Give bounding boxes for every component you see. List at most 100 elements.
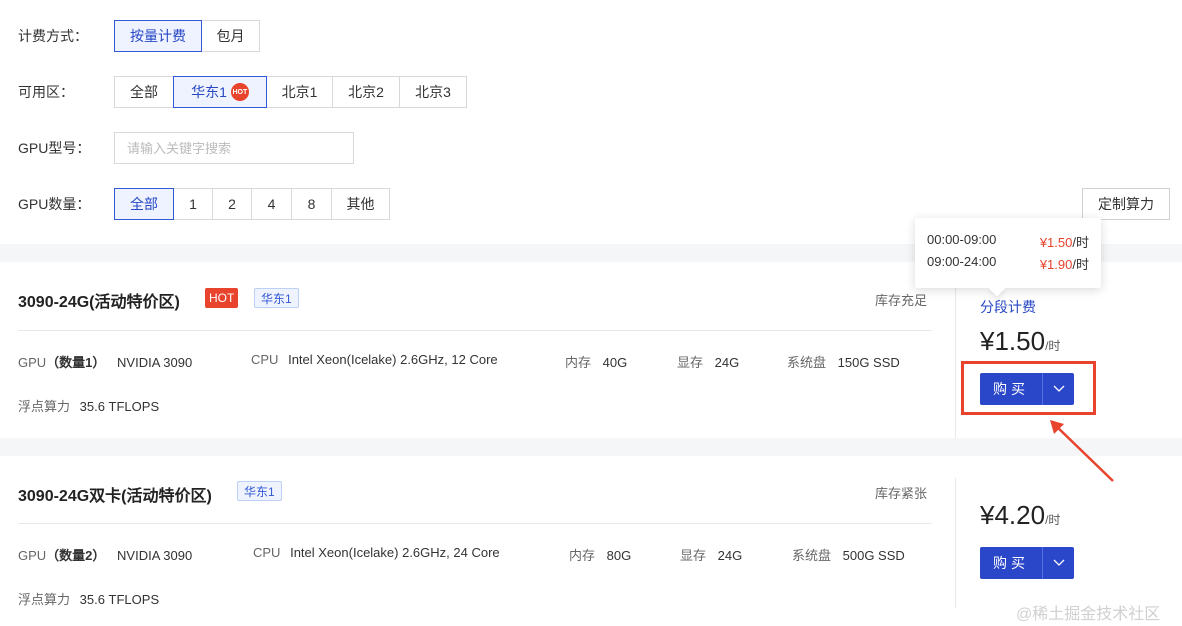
region-tag: 华东1	[237, 481, 282, 501]
gpu-count-option-2[interactable]: 2	[212, 188, 252, 220]
region-tag: 华东1	[254, 288, 299, 308]
gpu-count-option-other[interactable]: 其他	[331, 188, 390, 220]
gpu-count-label: GPU数量：	[18, 196, 91, 212]
divider	[18, 330, 932, 331]
price: ¥4.20/时	[980, 500, 1060, 531]
spec-disk: 系统盘 150G SSD	[787, 352, 900, 371]
custom-compute-button[interactable]: 定制算力	[1082, 188, 1170, 220]
tiered-pricing-link[interactable]: 分段计费	[980, 297, 1036, 317]
spec-gpu-count: （数量2）	[46, 548, 106, 563]
zone-filter: 可用区： 全部 华东1 HOT 北京1 北京2 北京3	[18, 76, 467, 108]
buy-button[interactable]: 购买	[980, 547, 1042, 579]
gpu-count-filter: GPU数量： 全部 1 2 4 8 其他	[18, 188, 390, 220]
gpu-model-label: GPU型号：	[18, 140, 91, 156]
tooltip-time: 00:00-09:00	[927, 232, 997, 247]
spec-value: 24G	[714, 355, 740, 370]
price-unit: /时	[1045, 513, 1061, 527]
section-separator	[0, 438, 1182, 456]
spec-vram: 显存 24G	[677, 352, 739, 371]
zone-label: 可用区：	[18, 84, 74, 100]
gpu-count-option-4[interactable]: 4	[251, 188, 292, 220]
spec-gpu: GPU（数量1） NVIDIA 3090	[18, 352, 192, 371]
spec-cpu: CPU Intel Xeon(Icelake) 2.6GHz, 24 Core	[253, 545, 500, 560]
spec-value: Intel Xeon(Icelake) 2.6GHz, 24 Core	[290, 545, 500, 560]
spec-value: 24G	[717, 548, 743, 563]
tooltip-row: 09:00-24:00 ¥1.90/时	[927, 254, 1089, 273]
tooltip-time: 09:00-24:00	[927, 254, 997, 269]
spec-value: 80G	[606, 548, 632, 563]
tooltip-row: 00:00-09:00 ¥1.50/时	[927, 232, 1089, 251]
spec-key: 系统盘	[787, 355, 827, 370]
spec-vram: 显存 24G	[680, 545, 742, 564]
hot-tag: HOT	[205, 288, 239, 308]
hot-flame-icon: HOT	[230, 83, 249, 101]
annotation-arrow-icon	[1050, 420, 1114, 482]
billing-filter: 计费方式： 按量计费 包月	[18, 20, 260, 52]
stock-status: 库存充足	[875, 293, 928, 308]
gpu-count-option-1[interactable]: 1	[173, 188, 213, 220]
tooltip-unit: /时	[1072, 257, 1089, 272]
card-title: 3090-24G(活动特价区)	[18, 294, 180, 311]
spec-key: 内存	[569, 548, 596, 563]
spec-key: GPU	[18, 548, 47, 563]
gpu-model-search-input[interactable]	[114, 132, 354, 164]
divider	[955, 478, 956, 608]
billing-label: 计费方式：	[18, 28, 88, 44]
zone-option-label: 华东1	[191, 84, 227, 100]
zone-option-beijing3[interactable]: 北京3	[399, 76, 467, 108]
spec-key: 显存	[677, 355, 704, 370]
spec-value: 500G SSD	[842, 548, 905, 563]
spec-key: 系统盘	[792, 548, 832, 563]
spec-key: 显存	[680, 548, 707, 563]
spec-value: 40G	[602, 355, 628, 370]
price-amount: ¥4.20	[980, 500, 1046, 530]
zone-option-huadong1[interactable]: 华东1 HOT	[173, 76, 267, 108]
spec-value: 35.6 TFLOPS	[79, 399, 160, 414]
spec-disk: 系统盘 500G SSD	[792, 545, 905, 564]
price-amount: ¥1.50	[980, 326, 1046, 356]
spec-gpu-count: （数量1）	[46, 355, 106, 370]
spec-value: 35.6 TFLOPS	[79, 592, 160, 607]
card-title: 3090-24G双卡(活动特价区)	[18, 488, 212, 505]
spec-cpu: CPU Intel Xeon(Icelake) 2.6GHz, 12 Core	[251, 352, 498, 367]
spec-memory: 内存 80G	[569, 545, 631, 564]
billing-option-monthly[interactable]: 包月	[201, 20, 260, 52]
annotation-highlight-box	[961, 361, 1096, 415]
spec-gpu: GPU（数量2） NVIDIA 3090	[18, 545, 192, 564]
spec-key: 内存	[565, 355, 592, 370]
spec-value: Intel Xeon(Icelake) 2.6GHz, 12 Core	[288, 352, 498, 367]
spec-key: 浮点算力	[18, 399, 71, 414]
billing-option-pay-as-you-go[interactable]: 按量计费	[114, 20, 202, 52]
tooltip-unit: /时	[1072, 235, 1089, 250]
spec-key: CPU	[253, 545, 281, 560]
gpu-count-option-8[interactable]: 8	[291, 188, 332, 220]
price-unit: /时	[1045, 339, 1061, 353]
gpu-count-options: 全部 1 2 4 8 其他	[114, 188, 390, 220]
tiered-pricing-tooltip: 00:00-09:00 ¥1.50/时 09:00-24:00 ¥1.90/时	[915, 218, 1101, 288]
spec-flops: 浮点算力 35.6 TFLOPS	[18, 396, 159, 415]
spec-key: 浮点算力	[18, 592, 71, 607]
zone-option-all[interactable]: 全部	[114, 76, 174, 108]
price: ¥1.50/时	[980, 326, 1060, 357]
chevron-down-icon	[1053, 559, 1064, 566]
spec-value: NVIDIA 3090	[117, 548, 193, 563]
tooltip-price: ¥1.90	[1039, 257, 1073, 272]
spec-flops: 浮点算力 35.6 TFLOPS	[18, 589, 159, 608]
tooltip-price: ¥1.50	[1039, 235, 1073, 250]
spec-key: CPU	[251, 352, 279, 367]
gpu-model-filter: GPU型号：	[18, 132, 354, 164]
spec-value: NVIDIA 3090	[117, 355, 193, 370]
gpu-count-option-all[interactable]: 全部	[114, 188, 174, 220]
spec-key: GPU	[18, 355, 47, 370]
billing-options: 按量计费 包月	[114, 20, 260, 52]
buy-button-group: 购买	[980, 547, 1074, 579]
zone-options: 全部 华东1 HOT 北京1 北京2 北京3	[114, 76, 467, 108]
buy-dropdown-toggle[interactable]	[1042, 547, 1074, 579]
watermark: @稀土掘金技术社区	[1016, 606, 1161, 623]
divider	[18, 523, 932, 524]
divider	[955, 262, 956, 438]
zone-option-beijing1[interactable]: 北京1	[266, 76, 333, 108]
zone-option-beijing2[interactable]: 北京2	[332, 76, 400, 108]
spec-value: 150G SSD	[837, 355, 900, 370]
spec-memory: 内存 40G	[565, 352, 627, 371]
